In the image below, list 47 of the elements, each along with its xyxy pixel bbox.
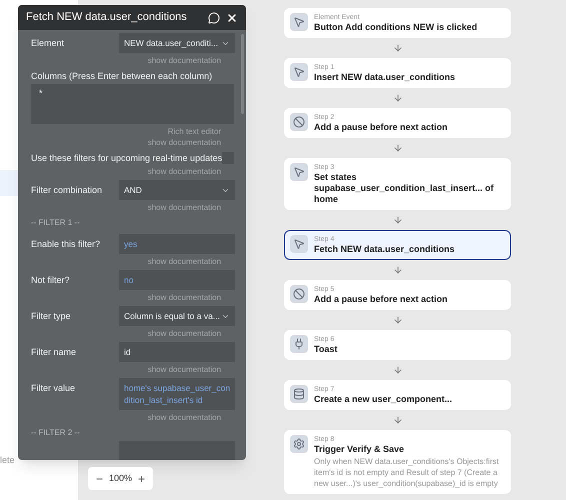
gear-icon [293, 438, 305, 450]
field-label: Element [31, 37, 66, 50]
field-label: Filter combination [31, 184, 104, 197]
step-title: Trigger Verify & Save [314, 444, 406, 455]
input-field[interactable]: id [119, 342, 236, 362]
pointer-icon [293, 16, 305, 28]
field-label: Filter value [31, 382, 76, 395]
step-title: Insert NEW data.user_conditions [314, 72, 456, 83]
dropdown[interactable]: NEW data.user_conditi... [119, 33, 236, 53]
caret-icon [221, 186, 230, 195]
step-title: Create a new user_component... [314, 394, 452, 405]
input-field[interactable] [119, 441, 236, 460]
dropdown[interactable]: AND [119, 180, 236, 200]
zoom-level: 100% [109, 472, 132, 485]
panel-title: Fetch NEW data.user_conditions [26, 10, 187, 26]
pause-icon [293, 288, 305, 300]
field-label: Enable this filter? [31, 238, 102, 251]
plug-icon [293, 338, 305, 350]
field-label: Columns (Press Enter between each column) [31, 70, 214, 82]
pointer-icon [293, 166, 305, 178]
pointer-icon [293, 66, 305, 78]
zoom-out-button[interactable]: − [96, 470, 104, 488]
field-label: Use these filters for upcoming real-time updates [31, 152, 222, 164]
dropdown[interactable]: Column is equal to a va... [119, 306, 236, 326]
section-heading: -- FILTER 2 -- [31, 428, 80, 437]
field-label: Filter name [31, 346, 78, 359]
comment-icon[interactable] [208, 12, 220, 24]
field-label: Filter type [31, 310, 72, 323]
step-title: Button Add conditions NEW is clicked [314, 22, 478, 33]
section-heading: -- FILTER 1 -- [31, 218, 80, 227]
close-icon[interactable] [226, 12, 238, 24]
zoom-in-button[interactable]: + [138, 470, 146, 488]
database-icon [293, 388, 305, 400]
columns-field[interactable]: * [31, 84, 234, 124]
caret-icon [221, 39, 230, 48]
step-title: Add a pause before next action [314, 122, 448, 133]
step-title: Toast [314, 344, 338, 355]
pointer-icon [293, 238, 305, 250]
step-title: Fetch NEW data.user_conditions [314, 244, 455, 255]
pause-icon [293, 116, 305, 128]
step-condition: Only when NEW data.user_conditions's Objects:first item's id is not empty and Result of step 7 (Create a new user...)'s user_condition(supabase)_id is empty [314, 456, 500, 489]
field-label: Not filter? [31, 274, 71, 287]
step-title: Add a pause before next action [314, 294, 448, 305]
caret-icon [221, 312, 230, 321]
step-title: Set states supabase_user_condition_last_insert... of home [314, 172, 495, 205]
selected-row [0, 170, 18, 196]
delete-text: lete [0, 454, 16, 466]
